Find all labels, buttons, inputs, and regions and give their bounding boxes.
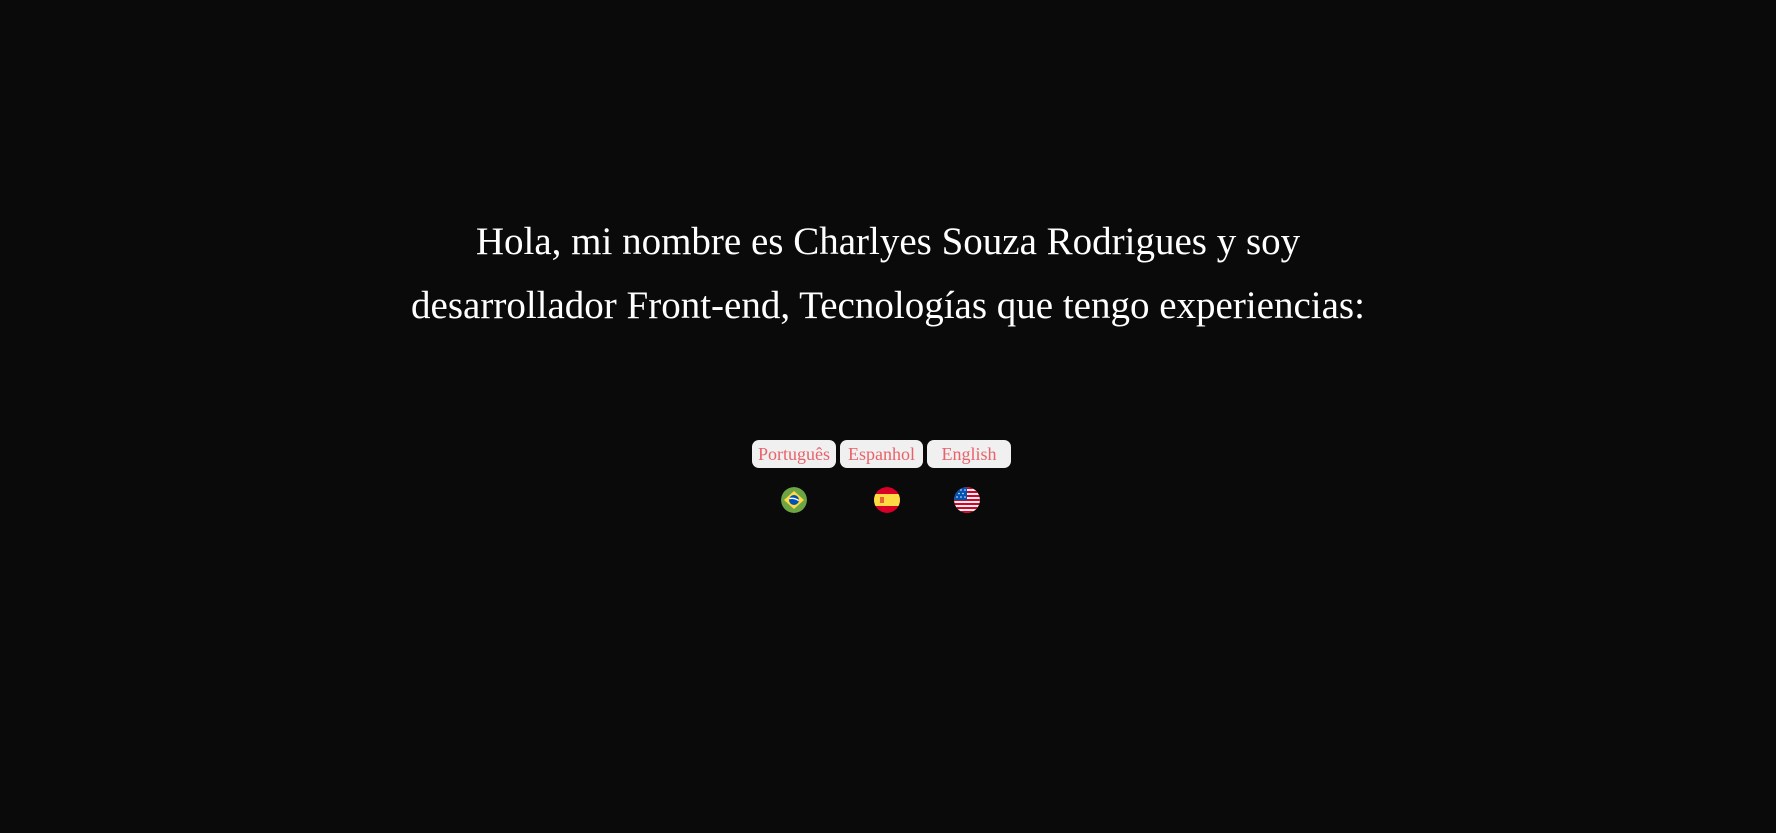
brazil-flag-icon[interactable] [781,487,807,513]
spain-flag-icon[interactable] [874,487,900,513]
intro-text: Hola, mi nombre es Charlyes Souza Rodrig… [0,210,1776,338]
intro-line-1: Hola, mi nombre es Charlyes Souza Rodrig… [475,220,1301,263]
intro-line-2: desarrollador Front-end, Tecnologías que… [411,284,1365,327]
english-button[interactable]: English [927,440,1011,468]
usa-flag-icon[interactable] [954,487,980,513]
portuguese-button[interactable]: Português [752,440,836,468]
spanish-button[interactable]: Espanhol [840,440,923,468]
